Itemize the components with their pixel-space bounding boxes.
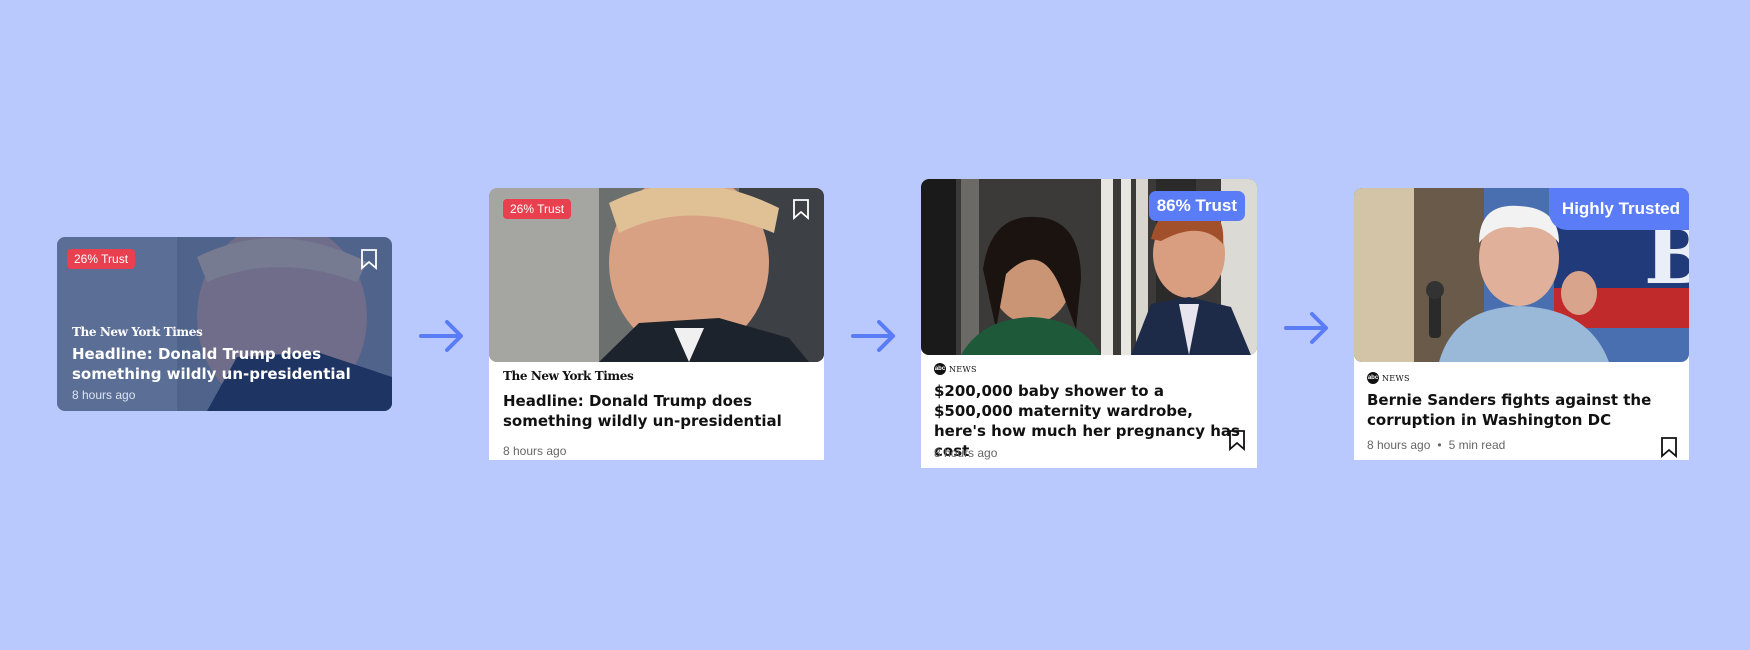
source-logo: abc NEWS: [1367, 372, 1410, 384]
bookmark-icon[interactable]: [360, 248, 378, 270]
bookmark-icon[interactable]: [792, 198, 810, 220]
source-logo: abc NEWS: [934, 363, 977, 375]
article-time: 8 hours ago: [1367, 438, 1431, 452]
trust-badge: Highly Trusted: [1548, 188, 1689, 230]
article-time: 8 hours ago: [934, 446, 998, 460]
arrow-right-icon: [851, 320, 895, 352]
abc-news-logo: abc: [1367, 372, 1379, 384]
article-time: 8 hours ago: [503, 444, 567, 458]
news-card-overlay[interactable]: 26% Trust The New York Times Headline: D…: [57, 237, 392, 411]
news-card-standard[interactable]: B Highly Trusted abc NEWS Bernie Sanders…: [1354, 188, 1689, 460]
news-card-standard[interactable]: 26% Trust The New York Times Headline: D…: [489, 188, 824, 460]
read-time: 5 min read: [1448, 438, 1506, 452]
article-headline[interactable]: Bernie Sanders fights against the corrup…: [1367, 390, 1677, 430]
source-logo: The New York Times: [72, 325, 203, 339]
article-headline[interactable]: Headline: Donald Trump does something wi…: [72, 344, 372, 384]
bookmark-icon[interactable]: [1660, 436, 1678, 458]
article-headline[interactable]: Headline: Donald Trump does something wi…: [503, 391, 803, 431]
trust-badge: 26% Trust: [67, 249, 136, 269]
arrow-right-icon: [419, 320, 463, 352]
trust-badge: 26% Trust: [503, 199, 572, 219]
source-logo: The New York Times: [503, 369, 634, 383]
abc-news-logo: abc: [934, 363, 946, 375]
article-meta: 8 hours ago • 5 min read: [1367, 438, 1505, 452]
news-card-standard[interactable]: 86% Trust abc NEWS $200,000 baby shower …: [921, 179, 1257, 468]
trust-badge: 86% Trust: [1148, 191, 1245, 221]
bookmark-icon[interactable]: [1228, 429, 1246, 451]
meta-separator: •: [1437, 438, 1442, 452]
arrow-right-icon: [1284, 312, 1328, 344]
article-time: 8 hours ago: [72, 388, 136, 402]
